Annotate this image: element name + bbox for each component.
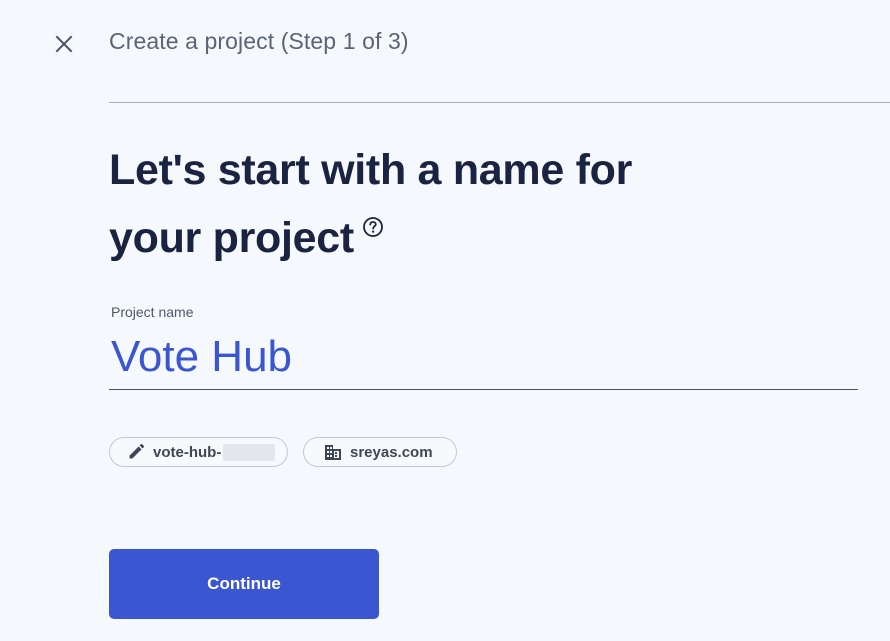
building-icon: [325, 445, 341, 460]
create-project-page: Create a project (Step 1 of 3) Let's sta…: [0, 0, 890, 641]
project-id-label: vote-hub-: [153, 443, 222, 461]
step-title: Create a project (Step 1 of 3): [109, 28, 409, 54]
page-heading: Let's start with a name for your project: [109, 136, 749, 272]
close-button[interactable]: [50, 30, 78, 58]
organization-chip[interactable]: sreyas.com: [303, 437, 457, 467]
redacted-project-id-suffix: [223, 443, 276, 461]
heading-line-2: your project: [109, 214, 354, 262]
project-name-input[interactable]: [109, 324, 858, 390]
project-id-chip[interactable]: vote-hub-: [109, 437, 288, 467]
heading-line-1: Let's start with a name for: [109, 146, 633, 194]
header-divider: [109, 102, 890, 103]
organization-label: sreyas.com: [350, 443, 433, 461]
help-circle-icon[interactable]: [362, 216, 384, 238]
close-icon: [55, 35, 73, 53]
continue-button[interactable]: Continue: [109, 549, 379, 619]
project-name-label: Project name: [111, 304, 194, 320]
pencil-icon: [129, 444, 144, 459]
